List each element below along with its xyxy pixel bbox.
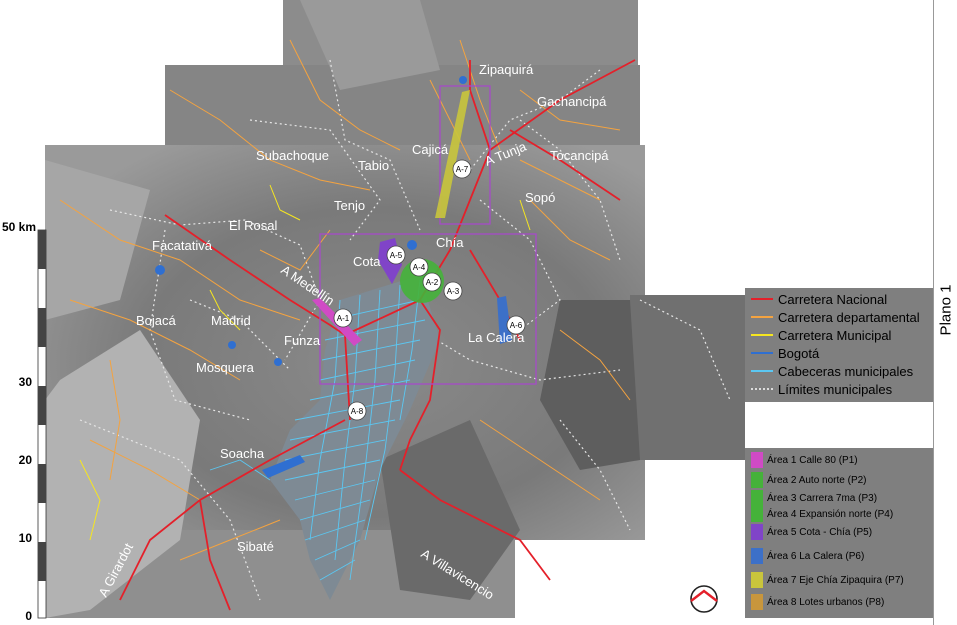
legend-item: Área 4 Expansión norte (P4) — [751, 506, 893, 522]
town-label-madrid: Madrid — [211, 313, 251, 328]
svg-text:A-7: A-7 — [456, 165, 469, 174]
color-swatch — [751, 548, 763, 564]
color-swatch — [751, 594, 763, 610]
scale-tick-label: 10 — [19, 531, 33, 545]
town-label-cajica: Cajicá — [412, 142, 449, 157]
color-swatch — [751, 506, 763, 522]
legend-item: Área 6 La Calera (P6) — [751, 548, 864, 564]
legend-item: Carretera departamental — [751, 308, 920, 326]
map-figure: Zipaquirá Gachancipá Cajicá Tocancipá Su… — [0, 0, 957, 625]
area-marker-a3: A-3 — [443, 281, 463, 301]
town-label-tabio: Tabio — [358, 158, 389, 173]
town-label-chia: Chía — [436, 235, 464, 250]
legend-label: Área 1 Calle 80 (P1) — [767, 454, 858, 466]
area-marker-a1: A-1 — [333, 308, 353, 328]
area-marker-a2: A-2 — [422, 272, 442, 292]
town-label-tocancipa: Tocancipá — [550, 148, 609, 163]
legend-label: Área 2 Auto norte (P2) — [767, 474, 867, 486]
legend-label: Área 7 Eje Chía Zipaquira (P7) — [767, 574, 904, 586]
legend-item: Cabeceras municipales — [751, 362, 913, 380]
legend-item: Área 2 Auto norte (P2) — [751, 472, 867, 488]
town-label-tenjo: Tenjo — [334, 198, 365, 213]
color-swatch — [751, 490, 763, 506]
town-label-cota: Cota — [353, 254, 381, 269]
town-label-sibate: Sibaté — [237, 539, 274, 554]
legend-label: Área 4 Expansión norte (P4) — [767, 508, 894, 520]
line-swatch — [751, 316, 773, 318]
town-label-funza: Funza — [284, 333, 321, 348]
legend-item: Área 8 Lotes urbanos (P8) — [751, 594, 884, 610]
area-marker-a6: A-6 — [506, 315, 526, 335]
area-marker-a5: A-5 — [386, 245, 406, 265]
color-swatch — [751, 524, 763, 540]
plano-label: Plano 1 — [937, 284, 955, 336]
color-swatch — [751, 472, 763, 488]
town-label-facatativa: Facatativá — [152, 238, 213, 253]
legend-item: Área 7 Eje Chía Zipaquira (P7) — [751, 572, 904, 588]
color-swatch — [751, 452, 763, 468]
line-swatch — [751, 352, 773, 354]
svg-text:A-6: A-6 — [510, 321, 523, 330]
legend-item: Carretera Municipal — [751, 326, 891, 344]
legend-label: Cabeceras municipales — [778, 363, 914, 379]
legend-label: Carretera Nacional — [778, 291, 888, 307]
svg-text:A-8: A-8 — [351, 407, 364, 416]
svg-text:A-5: A-5 — [390, 251, 403, 260]
scale-tick-label: 30 — [19, 375, 33, 389]
legend-label: Área 5 Cota - Chía (P5) — [767, 526, 873, 538]
area-marker-a8: A-8 — [347, 401, 367, 421]
line-swatch — [751, 334, 773, 336]
town-label-soacha: Soacha — [220, 446, 265, 461]
roads-legend: Carretera Nacional Carretera departament… — [745, 288, 933, 402]
town-label-sopo: Sopó — [525, 190, 555, 205]
legend-item: Bogotá — [751, 344, 819, 362]
legend-item: Carretera Nacional — [751, 290, 887, 308]
color-swatch — [751, 572, 763, 588]
town-label-bojaca: Bojacá — [136, 313, 177, 328]
svg-text:A-4: A-4 — [413, 263, 426, 272]
scale-unit-label: 50 km — [2, 220, 36, 234]
legend-label: Área 6 La Calera (P6) — [767, 550, 865, 562]
legend-item: Área 1 Calle 80 (P1) — [751, 452, 858, 468]
legend-label: Carretera departamental — [778, 309, 920, 325]
town-label-el-rosal: El Rosal — [229, 218, 278, 233]
town-label-mosquera: Mosquera — [196, 360, 255, 375]
legend-label: Bogotá — [778, 345, 820, 361]
legend-label: Área 3 Carrera 7ma (P3) — [767, 492, 878, 504]
area-marker-a4: A-4 — [409, 257, 429, 277]
svg-text:A-2: A-2 — [426, 278, 439, 287]
north-arrow-icon — [690, 585, 718, 613]
area-marker-a7: A-7 — [452, 159, 472, 179]
scale-tick-label: 20 — [19, 453, 33, 467]
scale-tick-label: 0 — [25, 609, 32, 623]
legend-item: Límites municipales — [751, 380, 892, 398]
line-swatch — [751, 298, 773, 300]
legend-label: Carretera Municipal — [778, 327, 892, 343]
line-swatch — [751, 370, 773, 372]
svg-text:A-1: A-1 — [337, 314, 350, 323]
line-swatch — [751, 388, 773, 390]
legend-item: Área 3 Carrera 7ma (P3) — [751, 490, 877, 506]
study-areas-legend: Área 1 Calle 80 (P1) Área 2 Auto norte (… — [745, 448, 933, 618]
legend-item: Área 5 Cota - Chía (P5) — [751, 524, 872, 540]
town-label-gachancipa: Gachancipá — [537, 94, 607, 109]
legend-label: Área 8 Lotes urbanos (P8) — [767, 596, 885, 608]
town-label-zipaquira: Zipaquirá — [479, 62, 534, 77]
scale-bar: 50 km 30 20 10 0 — [2, 220, 47, 623]
plano-panel: Plano 1 — [933, 0, 957, 625]
legend-label: Límites municipales — [778, 381, 893, 397]
town-label-subachoque: Subachoque — [256, 148, 329, 163]
svg-text:A-3: A-3 — [447, 287, 460, 296]
